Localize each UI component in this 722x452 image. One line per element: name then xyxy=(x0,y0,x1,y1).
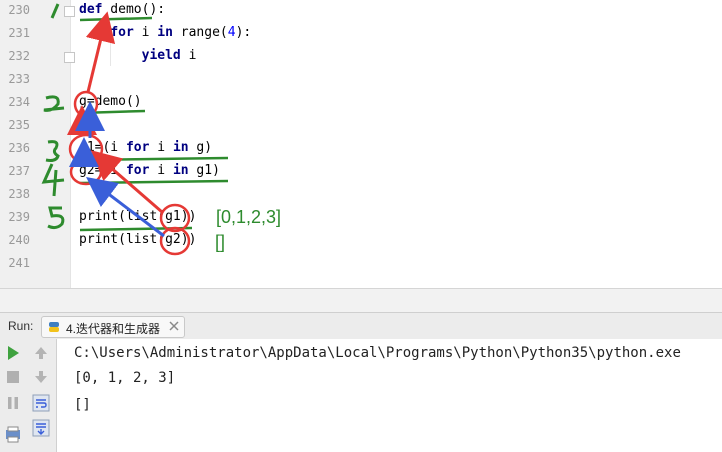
underline-g-demo xyxy=(79,109,146,115)
down-arrow-icon[interactable] xyxy=(32,368,50,386)
run-tab[interactable]: 4.迭代器和生成器 xyxy=(41,316,185,338)
step-mark-1 xyxy=(50,3,60,19)
annotation-result-1: [0,1,2,3] xyxy=(216,207,282,227)
run-toolbar xyxy=(0,339,57,452)
stop-icon[interactable] xyxy=(4,368,22,386)
soft-wrap-icon[interactable] xyxy=(32,394,50,412)
editor-split[interactable] xyxy=(0,288,722,313)
step-mark-3 xyxy=(45,140,60,162)
step-mark-4 xyxy=(41,163,65,197)
step-mark-2 xyxy=(43,95,65,112)
console-line-interpreter: C:\Users\Administrator\AppData\Local\Pro… xyxy=(74,345,681,361)
annotation-result-2: [] xyxy=(215,232,226,252)
red-arrow-print-to-g1 xyxy=(90,150,163,214)
run-label: Run: xyxy=(8,319,34,333)
annotation-overlay xyxy=(41,3,229,256)
underline-g1 xyxy=(79,156,229,162)
run-tab-label: 4.迭代器和生成器 xyxy=(66,322,161,336)
red-arrow-g-to-def xyxy=(85,11,116,93)
run-icon[interactable] xyxy=(4,344,22,362)
print-icon[interactable] xyxy=(4,426,22,444)
console-line-result-2: [] xyxy=(74,397,91,413)
console-output[interactable]: C:\Users\Administrator\AppData\Local\Pro… xyxy=(57,339,722,452)
console-line-result-1: [0, 1, 2, 3] xyxy=(74,370,176,386)
underline-g2 xyxy=(79,179,229,185)
python-file-icon xyxy=(49,322,59,332)
up-arrow-icon[interactable] xyxy=(32,344,50,362)
close-icon[interactable] xyxy=(168,320,180,332)
run-panel-header: Run: 4.迭代器和生成器 xyxy=(0,312,722,340)
pause-icon[interactable] xyxy=(4,394,22,412)
code-editor[interactable]: 230 def demo(): 231 for i in range(4): 232 … xyxy=(0,0,722,288)
underline-def xyxy=(79,16,153,22)
step-mark-5 xyxy=(47,206,65,230)
scroll-to-end-icon[interactable] xyxy=(32,419,50,437)
